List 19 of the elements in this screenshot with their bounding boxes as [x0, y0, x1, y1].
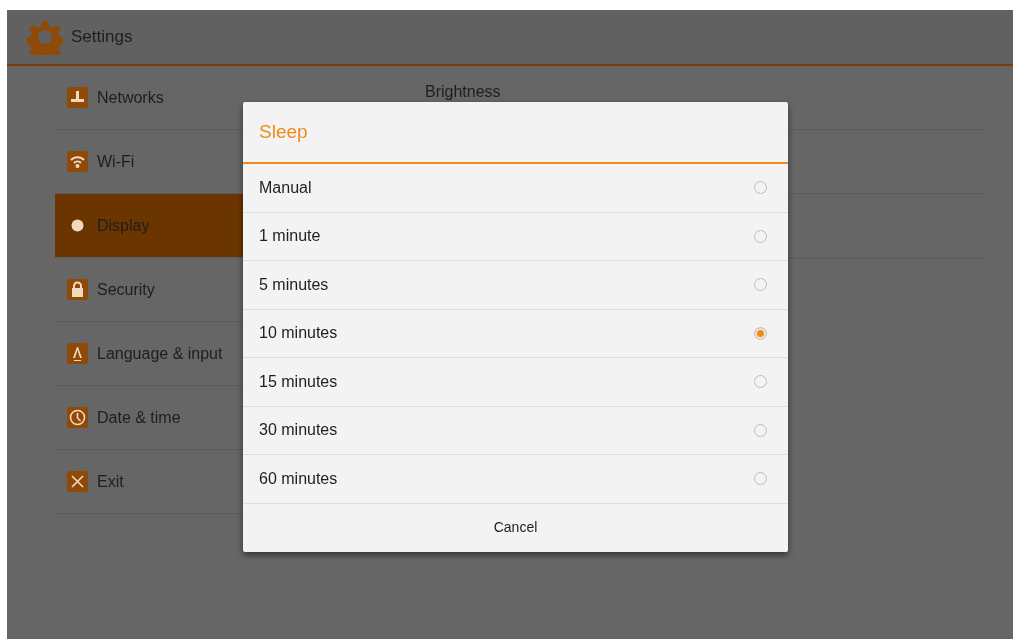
sleep-option[interactable]: 1 minute	[243, 212, 788, 261]
sleep-option[interactable]: 15 minutes	[243, 358, 788, 407]
sleep-option[interactable]: Manual	[243, 164, 788, 213]
networks-icon	[67, 87, 88, 108]
cancel-button[interactable]: Cancel	[243, 503, 788, 552]
sleep-option[interactable]: 30 minutes	[243, 406, 788, 455]
radio-button[interactable]	[754, 326, 767, 340]
sleep-option[interactable]: 60 minutes	[243, 455, 788, 504]
datetime-icon	[67, 407, 88, 428]
app-title: Settings	[71, 26, 133, 49]
wifi-icon	[67, 151, 88, 172]
security-icon	[67, 279, 88, 300]
sleep-option[interactable]: 5 minutes	[243, 261, 788, 310]
section-heading: Brightness	[425, 83, 501, 100]
language-icon	[67, 343, 88, 364]
exit-icon	[67, 471, 88, 492]
dialog-title: Sleep	[259, 119, 308, 144]
gear-icon	[27, 19, 63, 55]
sleep-option[interactable]: 10 minutes	[243, 309, 788, 358]
